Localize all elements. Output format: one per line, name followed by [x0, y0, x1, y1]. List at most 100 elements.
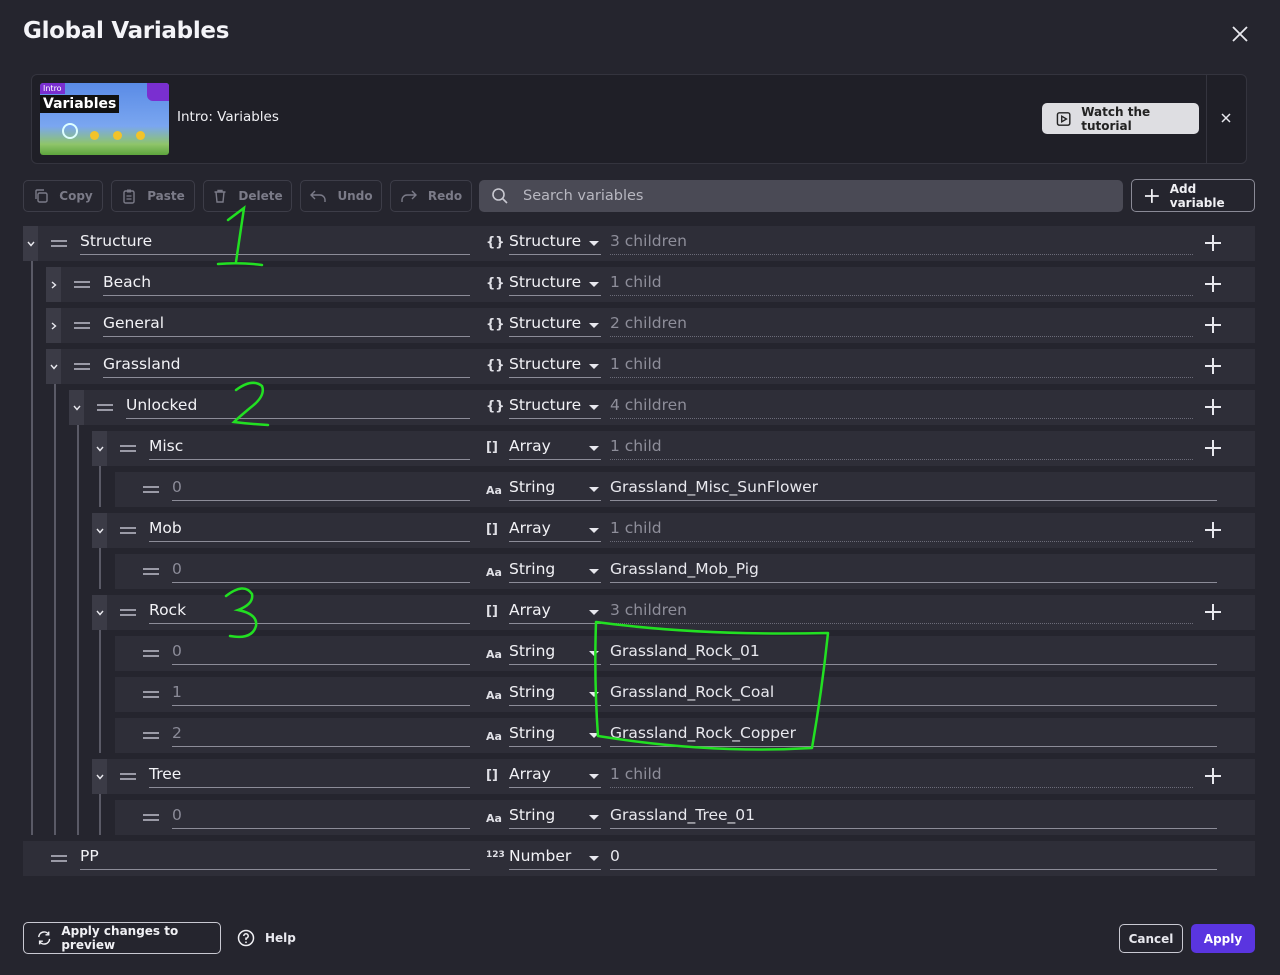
collapse-toggle[interactable] — [92, 759, 107, 794]
add-child-button[interactable] — [1205, 522, 1221, 538]
type-string-icon: Aa — [486, 689, 502, 702]
collapse-toggle[interactable] — [92, 595, 107, 630]
close-dialog-button[interactable] — [1226, 20, 1254, 48]
variable-type-select[interactable]: String — [509, 557, 601, 583]
variable-type-select[interactable]: String — [509, 680, 601, 706]
variable-type-select[interactable]: String — [509, 721, 601, 747]
collapse-toggle[interactable] — [46, 349, 61, 384]
drag-handle-icon[interactable] — [120, 445, 136, 452]
add-child-button[interactable] — [1205, 768, 1221, 784]
copy-label: Copy — [59, 189, 93, 203]
variable-value-field[interactable]: Grassland_Rock_Copper — [610, 721, 1217, 747]
variable-name-field[interactable]: Rock — [149, 598, 470, 624]
help-button[interactable]: Help — [237, 929, 296, 947]
variable-type-select[interactable]: Structure — [509, 311, 601, 337]
variable-value-field[interactable]: 0 — [610, 844, 1217, 870]
collapse-toggle[interactable] — [92, 431, 107, 466]
variable-name-field[interactable]: Mob — [149, 516, 470, 542]
drag-handle-icon[interactable] — [120, 773, 136, 780]
dropdown-arrow-icon — [589, 815, 599, 820]
watch-tutorial-button[interactable]: Watch the tutorial — [1042, 103, 1199, 134]
drag-handle-icon[interactable] — [74, 281, 90, 288]
variable-name-field[interactable]: Unlocked — [126, 393, 470, 419]
expand-toggle[interactable] — [46, 308, 61, 343]
variable-value-field[interactable]: Grassland_Rock_Coal — [610, 680, 1217, 706]
variable-type-select[interactable]: Array — [509, 598, 601, 624]
variable-type-select[interactable]: Structure — [509, 270, 601, 296]
close-icon — [1221, 113, 1231, 123]
drag-handle-icon[interactable] — [120, 527, 136, 534]
apply-button[interactable]: Apply — [1191, 924, 1255, 953]
delete-button[interactable]: Delete — [203, 180, 292, 212]
collapse-toggle[interactable] — [23, 226, 38, 261]
add-child-button[interactable] — [1205, 276, 1221, 292]
drag-handle-icon[interactable] — [74, 322, 90, 329]
add-child-button[interactable] — [1205, 604, 1221, 620]
variable-name-field[interactable]: Grassland — [103, 352, 470, 378]
variable-name-field[interactable]: Misc — [149, 434, 470, 460]
variable-type-select[interactable]: Structure — [509, 229, 601, 255]
variable-value-field[interactable]: Grassland_Tree_01 — [610, 803, 1217, 829]
add-child-button[interactable] — [1205, 317, 1221, 333]
variable-type-select[interactable]: String — [509, 639, 601, 665]
add-child-button[interactable] — [1205, 235, 1221, 251]
variable-type-select[interactable]: String — [509, 475, 601, 501]
copy-button[interactable]: Copy — [23, 180, 103, 212]
variable-type-label: Array — [509, 765, 551, 783]
variable-type-select[interactable]: Structure — [509, 393, 601, 419]
variable-name-field[interactable]: 0 — [172, 639, 470, 665]
variable-name-field[interactable]: 0 — [172, 475, 470, 501]
undo-button[interactable]: Undo — [300, 180, 382, 212]
apply-preview-button[interactable]: Apply changes to preview — [23, 922, 221, 954]
variable-name-field[interactable]: 1 — [172, 680, 470, 706]
variable-name-field[interactable]: General — [103, 311, 470, 337]
drag-handle-icon[interactable] — [143, 568, 159, 575]
variable-name-field[interactable]: Tree — [149, 762, 470, 788]
add-child-button[interactable] — [1205, 399, 1221, 415]
search-bar — [479, 180, 1123, 212]
collapse-toggle[interactable] — [92, 513, 107, 548]
variable-type-select[interactable]: Number — [509, 844, 601, 870]
collapse-toggle[interactable] — [69, 390, 84, 425]
drag-handle-icon[interactable] — [143, 814, 159, 821]
variable-type-label: Structure — [509, 273, 582, 291]
variable-type-select[interactable]: String — [509, 803, 601, 829]
variable-name-field[interactable]: Structure — [80, 229, 470, 255]
drag-handle-icon[interactable] — [74, 363, 90, 370]
variable-value-field[interactable]: Grassland_Misc_SunFlower — [610, 475, 1217, 501]
variable-type-select[interactable]: Array — [509, 762, 601, 788]
variable-value-field[interactable]: Grassland_Mob_Pig — [610, 557, 1217, 583]
cancel-button[interactable]: Cancel — [1119, 924, 1183, 953]
drag-handle-icon[interactable] — [143, 486, 159, 493]
variable-type-select[interactable]: Structure — [509, 352, 601, 378]
drag-handle-icon[interactable] — [51, 240, 67, 247]
redo-button[interactable]: Redo — [390, 180, 472, 212]
search-icon — [492, 188, 508, 204]
add-variable-button[interactable]: Add variable — [1131, 179, 1255, 212]
variable-type-select[interactable]: Array — [509, 516, 601, 542]
drag-handle-icon[interactable] — [51, 855, 67, 862]
expand-toggle[interactable] — [46, 267, 61, 302]
children-count: 2 children — [610, 311, 1193, 337]
search-input[interactable] — [523, 188, 1103, 204]
variable-name-field[interactable]: 2 — [172, 721, 470, 747]
variable-name-field[interactable]: Beach — [103, 270, 470, 296]
drag-handle-icon[interactable] — [97, 404, 113, 411]
variable-type-select[interactable]: Array — [509, 434, 601, 460]
undo-label: Undo — [337, 189, 373, 203]
variable-name-field[interactable]: 0 — [172, 803, 470, 829]
variable-name-field[interactable]: 0 — [172, 557, 470, 583]
add-child-button[interactable] — [1205, 440, 1221, 456]
drag-handle-icon[interactable] — [143, 732, 159, 739]
redo-icon — [401, 190, 417, 202]
drag-handle-icon[interactable] — [120, 609, 136, 616]
drag-handle-icon[interactable] — [143, 691, 159, 698]
dismiss-tutorial-button[interactable] — [1215, 107, 1237, 129]
tutorial-thumbnail[interactable]: Intro Variables — [40, 83, 169, 155]
drag-handle-icon[interactable] — [143, 650, 159, 657]
close-icon — [1232, 26, 1248, 42]
paste-button[interactable]: Paste — [111, 180, 195, 212]
variable-value-field[interactable]: Grassland_Rock_01 — [610, 639, 1217, 665]
add-child-button[interactable] — [1205, 358, 1221, 374]
variable-name-field[interactable]: PP — [80, 844, 470, 870]
